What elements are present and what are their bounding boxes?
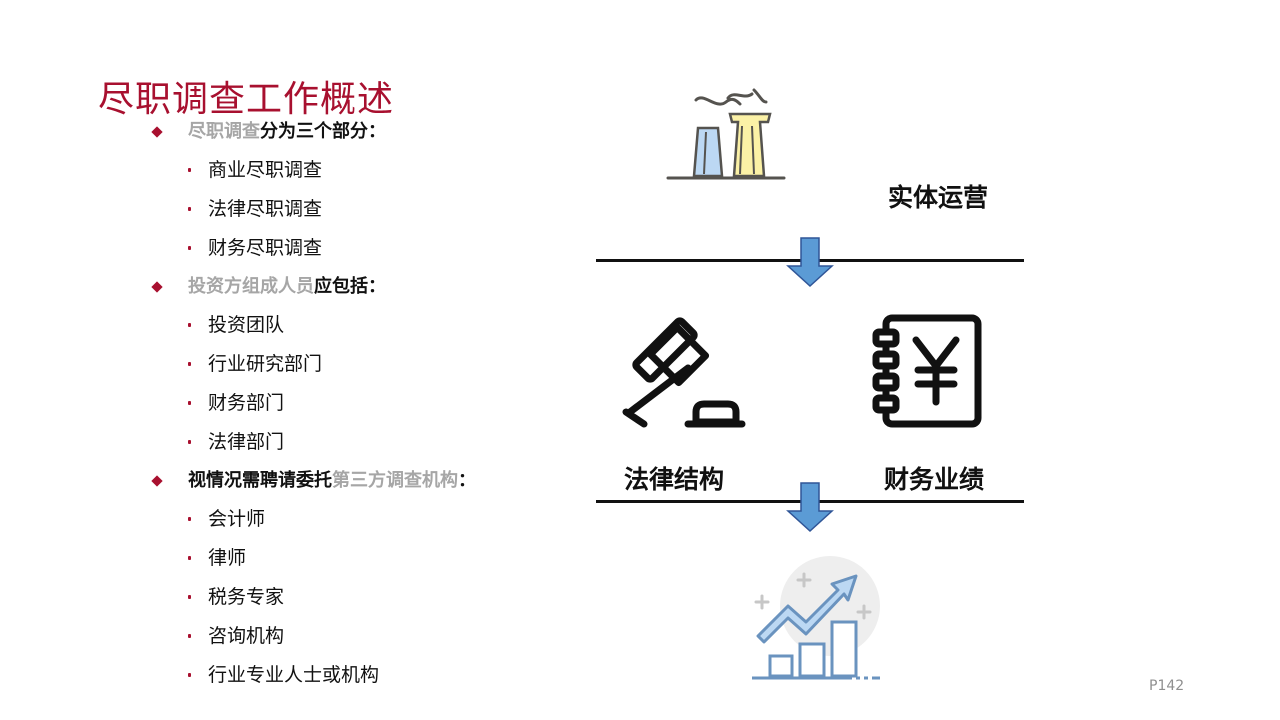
list-item-text: 投资团队 — [208, 314, 285, 336]
section-heading-text: 应包括： — [314, 276, 386, 297]
list-item-text: 法律部门 — [208, 431, 285, 453]
list-item-text: 会计师 — [208, 508, 266, 530]
list-item: 会计师 — [150, 503, 570, 542]
page-title: 尽职调查工作概述 — [98, 79, 395, 120]
diamond-bullet-icon — [151, 281, 163, 293]
section-heading: 投资方组成人员应包括： — [150, 271, 570, 309]
list-item: 财务部门 — [150, 387, 570, 426]
right-label: 财务业绩 — [884, 465, 985, 494]
section-heading-text: 视情况需聘请委托 — [188, 470, 332, 491]
dot-bullet-icon — [188, 556, 191, 560]
dot-bullet-icon — [188, 362, 191, 366]
list-item-text: 律师 — [208, 547, 247, 569]
yen-ledger-icon — [872, 314, 982, 428]
list-item: 律师 — [150, 542, 570, 581]
list-item: 行业研究部门 — [150, 348, 570, 387]
page-number: P142 — [1149, 678, 1185, 694]
left-label: 法律结构 — [624, 465, 725, 494]
top-label: 实体运营 — [888, 183, 989, 212]
down-arrow-icon — [786, 482, 834, 533]
section-heading-highlight: 投资方组成人员 — [188, 276, 314, 297]
list-item-text: 税务专家 — [208, 586, 285, 608]
down-arrow-icon — [786, 237, 834, 288]
section-heading-tail: ： — [458, 470, 476, 491]
list-item-text: 咨询机构 — [208, 625, 285, 647]
section-heading: 视情况需聘请委托第三方调查机构： — [150, 465, 570, 503]
list-item-text: 财务部门 — [208, 392, 285, 414]
list-item: 法律尽职调查 — [150, 193, 570, 232]
dot-bullet-icon — [188, 207, 191, 211]
dot-bullet-icon — [188, 246, 191, 250]
list-item: 法律部门 — [150, 426, 570, 465]
list-item: 咨询机构 — [150, 620, 570, 659]
list-item-text: 法律尽职调查 — [208, 198, 323, 220]
dot-bullet-icon — [188, 440, 191, 444]
list-item: 行业专业人士或机构 — [150, 659, 570, 698]
list-item: 商业尽职调查 — [150, 154, 570, 193]
dot-bullet-icon — [188, 401, 191, 405]
list-item-text: 商业尽职调查 — [208, 159, 323, 181]
bullet-list: 尽职调查分为三个部分： 商业尽职调查 法律尽职调查 财务尽职调查 投资方组成人员… — [150, 116, 570, 698]
list-item: 投资团队 — [150, 309, 570, 348]
diamond-bullet-icon — [151, 126, 163, 138]
growth-chart-icon — [752, 556, 880, 680]
factory-icon — [666, 88, 786, 180]
dot-bullet-icon — [188, 323, 191, 327]
list-item-text: 行业专业人士或机构 — [208, 664, 380, 686]
gavel-icon — [622, 317, 746, 428]
dot-bullet-icon — [188, 673, 191, 677]
list-item-text: 财务尽职调查 — [208, 237, 323, 259]
dot-bullet-icon — [188, 634, 191, 638]
list-item-text: 行业研究部门 — [208, 353, 323, 375]
list-item: 税务专家 — [150, 581, 570, 620]
dot-bullet-icon — [188, 168, 191, 172]
diamond-bullet-icon — [151, 475, 163, 487]
section-heading-highlight: 尽职调查 — [188, 121, 260, 142]
section-heading-text: 分为三个部分： — [260, 121, 386, 142]
list-item: 财务尽职调查 — [150, 232, 570, 271]
dot-bullet-icon — [188, 595, 191, 599]
dot-bullet-icon — [188, 517, 191, 521]
section-heading: 尽职调查分为三个部分： — [150, 116, 570, 154]
section-heading-highlight: 第三方调查机构 — [332, 470, 458, 491]
